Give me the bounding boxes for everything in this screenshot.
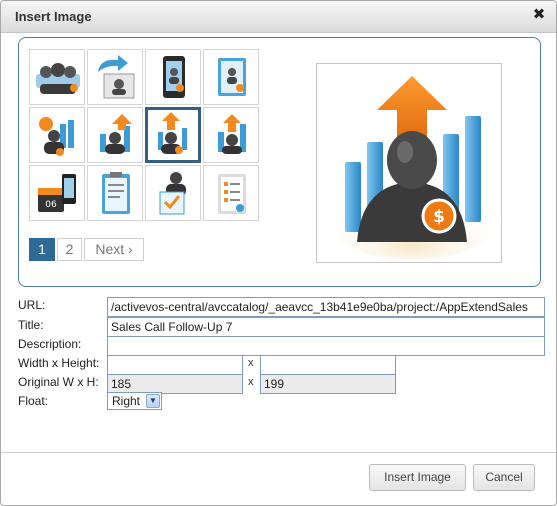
svg-text:06: 06 bbox=[45, 200, 57, 210]
share-group-icon bbox=[98, 55, 135, 99]
cancel-button[interactable]: Cancel bbox=[473, 464, 535, 491]
title-field[interactable]: Sales Call Follow-Up 7 bbox=[107, 317, 545, 337]
calendar-phone-icon: 06 bbox=[38, 174, 76, 212]
url-label: URL: bbox=[18, 298, 46, 312]
title-label: Title: bbox=[18, 318, 44, 332]
footer-divider bbox=[1, 452, 556, 453]
image-preview: $ bbox=[316, 63, 502, 263]
width-height-label: Width x Height: bbox=[18, 356, 100, 370]
dialog-title: Insert Image bbox=[15, 9, 92, 24]
sales-call-followup-preview-image: $ bbox=[327, 76, 497, 259]
image-thumbnail[interactable] bbox=[145, 49, 201, 105]
description-label: Description: bbox=[18, 337, 82, 351]
task-list-icon bbox=[218, 174, 246, 214]
image-thumbnail[interactable] bbox=[203, 165, 259, 221]
support-chart-icon bbox=[39, 117, 74, 156]
original-width-field: 185 bbox=[107, 374, 243, 394]
person-checklist-icon bbox=[159, 172, 186, 215]
image-thumbnail[interactable] bbox=[145, 107, 201, 163]
svg-text:$: $ bbox=[433, 207, 445, 227]
image-thumbnail[interactable] bbox=[29, 107, 85, 163]
sales-growth-icon bbox=[100, 114, 132, 154]
people-group-icon bbox=[36, 63, 80, 94]
image-gallery: 06 1 2 Next › $ bbox=[18, 37, 541, 287]
image-thumbnail[interactable] bbox=[145, 165, 201, 221]
close-icon[interactable]: ✖ bbox=[532, 7, 546, 22]
original-size-label: Original W x H: bbox=[18, 375, 99, 389]
sales-call-followup-icon bbox=[158, 112, 187, 154]
url-field[interactable]: /activevos-central/avccatalog/_aeavcc_13… bbox=[107, 297, 545, 317]
image-thumbnail[interactable] bbox=[203, 107, 259, 163]
insert-image-button[interactable]: Insert Image bbox=[369, 464, 466, 491]
image-thumbnail[interactable]: 06 bbox=[29, 165, 85, 221]
page-1-button[interactable]: 1 bbox=[29, 238, 55, 261]
height-field[interactable] bbox=[260, 355, 396, 375]
image-thumbnail[interactable] bbox=[87, 49, 143, 105]
width-field[interactable] bbox=[107, 355, 243, 375]
mobile-contact-icon bbox=[163, 56, 185, 98]
image-thumbnail[interactable] bbox=[87, 165, 143, 221]
sales-target-icon bbox=[218, 114, 246, 154]
description-field[interactable] bbox=[107, 336, 545, 356]
width-height-separator: x bbox=[248, 357, 254, 369]
thumbnail-grid: 06 bbox=[29, 49, 261, 223]
float-selected-value: Right bbox=[112, 394, 141, 408]
float-label: Float: bbox=[18, 394, 49, 408]
page-2-button[interactable]: 2 bbox=[57, 238, 82, 261]
image-thumbnail[interactable] bbox=[29, 49, 85, 105]
insert-image-dialog: Insert Image ✖ 06 1 2 Next › $ URL: /act… bbox=[0, 0, 557, 506]
original-size-separator: x bbox=[248, 376, 254, 388]
clipboard-checklist-icon bbox=[102, 172, 130, 214]
original-height-field: 199 bbox=[260, 374, 396, 394]
float-select[interactable]: Right ▼ bbox=[107, 392, 162, 410]
image-thumbnail[interactable] bbox=[203, 49, 259, 105]
image-thumbnail[interactable] bbox=[87, 107, 143, 163]
address-book-icon bbox=[218, 58, 246, 96]
next-page-button[interactable]: Next › bbox=[84, 238, 144, 261]
dialog-titlebar: Insert Image ✖ bbox=[1, 1, 556, 33]
chevron-down-icon[interactable]: ▼ bbox=[146, 394, 160, 408]
